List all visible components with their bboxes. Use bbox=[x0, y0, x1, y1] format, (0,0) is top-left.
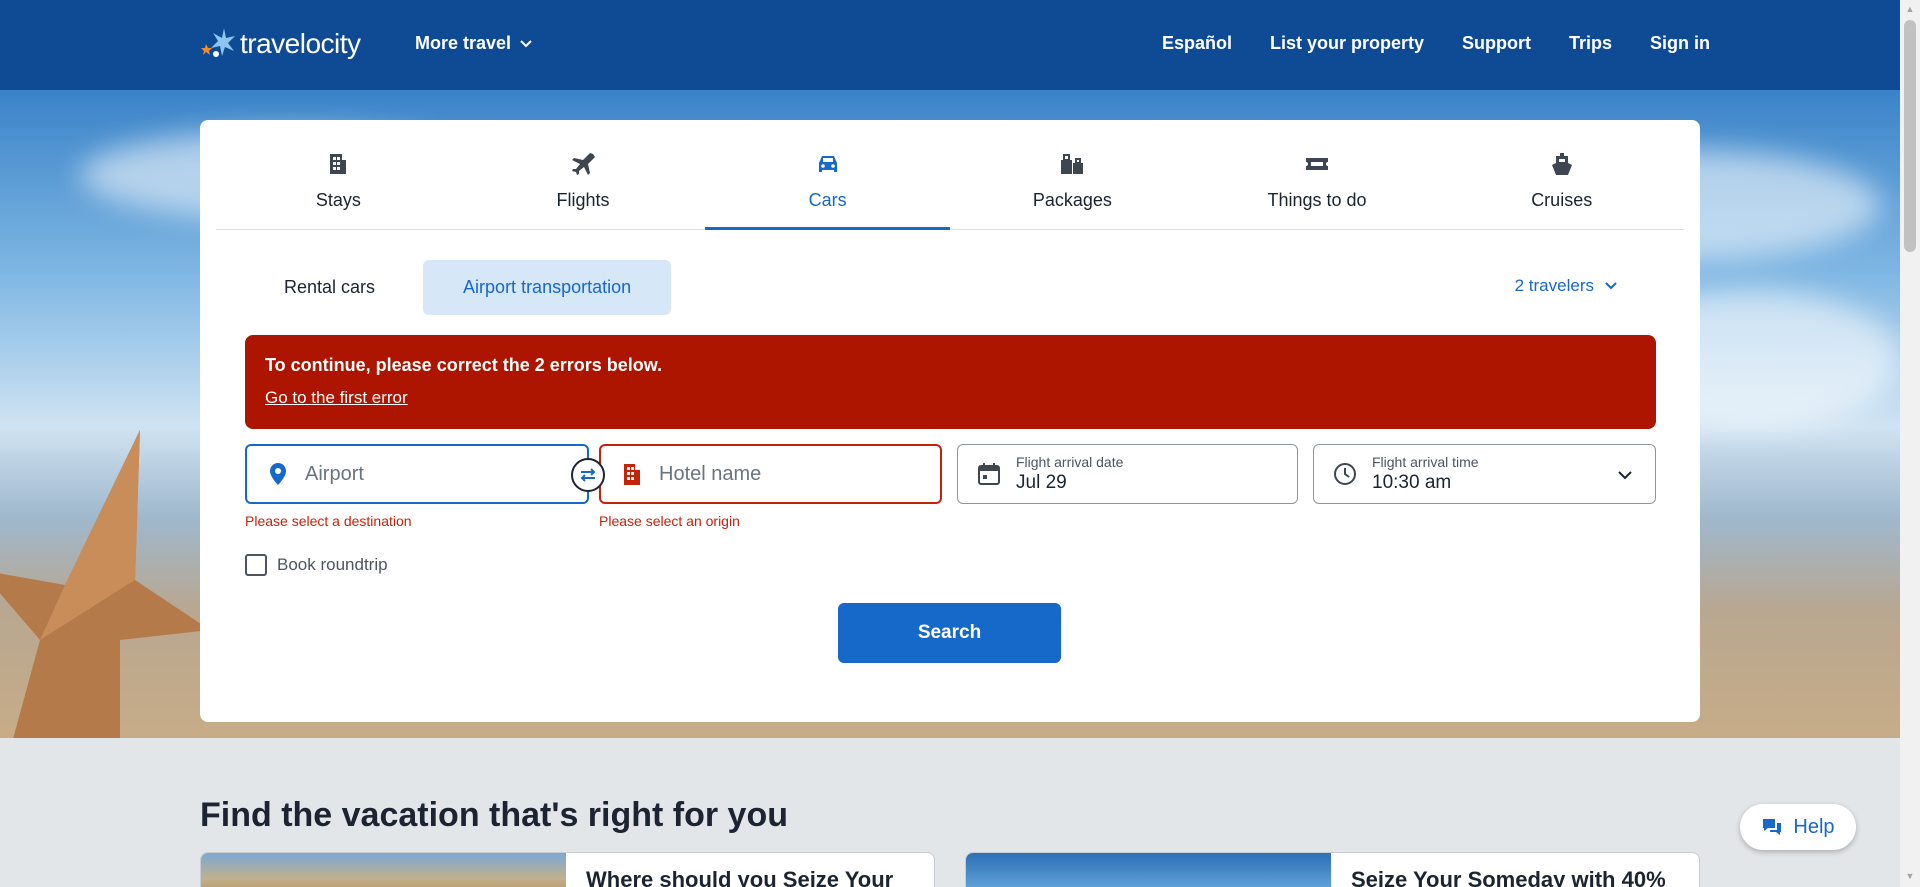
hotel-placeholder: Hotel name bbox=[659, 462, 762, 485]
roundtrip-label: Book roundtrip bbox=[277, 555, 388, 574]
ship-icon bbox=[1551, 153, 1572, 175]
tab-label: Stays bbox=[315, 190, 361, 210]
promo-image bbox=[966, 853, 1331, 887]
tab-label: Things to do bbox=[1267, 190, 1367, 210]
logo-text: travelocity bbox=[240, 28, 361, 59]
first-error-link[interactable]: Go to the first error bbox=[265, 388, 408, 408]
more-travel-menu[interactable]: More travel bbox=[415, 33, 533, 54]
subtab-rental-cars[interactable]: Rental cars bbox=[244, 260, 415, 315]
travelocity-logo[interactable]: travelocity bbox=[200, 22, 361, 66]
car-icon bbox=[818, 156, 837, 172]
page-scrollbar[interactable]: ▲ ▼ bbox=[1900, 0, 1920, 887]
time-value: 10:30 am bbox=[1372, 472, 1452, 493]
scrollbar-thumb[interactable] bbox=[1904, 20, 1916, 252]
building-icon bbox=[330, 154, 347, 174]
date-stack: Flight arrival date Jul 29 bbox=[1016, 454, 1123, 494]
travelers-label: 2 travelers bbox=[1514, 276, 1594, 295]
search-button[interactable]: Search bbox=[838, 603, 1061, 663]
swap-locations-button[interactable] bbox=[571, 458, 605, 492]
help-button[interactable]: Help bbox=[1740, 804, 1856, 850]
hotel-field[interactable]: Hotel name bbox=[599, 444, 942, 504]
date-value: Jul 29 bbox=[1016, 472, 1067, 493]
tab-label: Packages bbox=[1032, 190, 1112, 210]
chat-icon bbox=[1763, 819, 1782, 835]
nav-sign-in[interactable]: Sign in bbox=[1650, 33, 1710, 54]
error-banner: To continue, please correct the 2 errors… bbox=[245, 335, 1656, 429]
travel-tabs: Stays Flights Cars Packages Things to do… bbox=[216, 120, 1684, 230]
luggage-icon bbox=[1061, 154, 1084, 174]
promo-card[interactable]: Where should you Seize Your bbox=[200, 852, 935, 887]
date-label: Flight arrival date bbox=[1016, 454, 1124, 470]
promo-title: Seize Your Someday with 40% bbox=[1351, 867, 1666, 887]
error-title: To continue, please correct the 2 errors… bbox=[265, 355, 663, 375]
time-label: Flight arrival time bbox=[1372, 454, 1479, 470]
nav-trips[interactable]: Trips bbox=[1569, 33, 1612, 54]
ticket-icon bbox=[1306, 158, 1329, 170]
tab-label: Cars bbox=[808, 190, 847, 210]
tab-packages[interactable]: Packages bbox=[950, 120, 1195, 229]
tab-label: Cruises bbox=[1531, 190, 1593, 210]
car-subtabs: Rental cars Airport transportation bbox=[244, 260, 672, 315]
calendar-icon bbox=[978, 463, 1000, 485]
book-roundtrip[interactable]: Book roundtrip bbox=[245, 554, 388, 576]
nav-support[interactable]: Support bbox=[1462, 33, 1531, 54]
airport-error: Please select a destination bbox=[245, 513, 412, 529]
flight-arrival-date-field[interactable]: Flight arrival date Jul 29 bbox=[957, 444, 1298, 504]
tab-label: Flights bbox=[556, 190, 610, 210]
scroll-up-arrow-icon[interactable]: ▲ bbox=[1904, 4, 1916, 16]
chevron-down-icon bbox=[520, 39, 532, 47]
promo-image bbox=[201, 853, 566, 887]
top-header: travelocity More travel Español List you… bbox=[0, 0, 1900, 90]
clock-icon bbox=[1334, 463, 1356, 485]
header-nav: Español List your property Support Trips… bbox=[1162, 33, 1710, 54]
section-title: Find the vacation that's right for you bbox=[200, 796, 788, 834]
chevron-down-icon bbox=[1618, 471, 1632, 480]
travelers-selector[interactable]: 2 travelers bbox=[1515, 276, 1618, 296]
promo-title: Where should you Seize Your bbox=[586, 867, 894, 887]
tab-cruises[interactable]: Cruises bbox=[1439, 120, 1684, 229]
swap-icon bbox=[580, 468, 596, 482]
search-card: Stays Flights Cars Packages Things to do… bbox=[200, 120, 1700, 722]
roundtrip-checkbox[interactable] bbox=[245, 554, 267, 576]
chevron-down-icon bbox=[1605, 282, 1617, 290]
tab-things-to-do[interactable]: Things to do bbox=[1195, 120, 1440, 229]
flight-arrival-time-select[interactable]: Flight arrival time 10:30 am bbox=[1313, 444, 1656, 504]
plane-icon bbox=[572, 153, 595, 175]
tab-cars[interactable]: Cars bbox=[705, 120, 950, 230]
airport-field[interactable]: Airport bbox=[245, 444, 589, 504]
building-icon bbox=[624, 464, 640, 485]
promo-card[interactable]: Seize Your Someday with 40% bbox=[965, 852, 1700, 887]
tab-stays[interactable]: Stays bbox=[216, 120, 461, 229]
more-travel-label: More travel bbox=[415, 33, 512, 53]
subtab-airport-transportation[interactable]: Airport transportation bbox=[423, 260, 672, 315]
tab-flights[interactable]: Flights bbox=[461, 120, 706, 229]
star-logo-icon bbox=[201, 28, 235, 57]
time-stack: Flight arrival time 10:30 am bbox=[1372, 454, 1479, 494]
airport-placeholder: Airport bbox=[305, 462, 364, 485]
help-label: Help bbox=[1793, 815, 1835, 838]
hotel-error: Please select an origin bbox=[599, 513, 740, 529]
scroll-down-arrow-icon[interactable]: ▼ bbox=[1904, 871, 1916, 883]
nav-list-property[interactable]: List your property bbox=[1270, 33, 1424, 54]
map-pin-icon bbox=[270, 463, 286, 485]
nav-espanol[interactable]: Español bbox=[1162, 33, 1232, 54]
starfish-image bbox=[0, 430, 210, 738]
